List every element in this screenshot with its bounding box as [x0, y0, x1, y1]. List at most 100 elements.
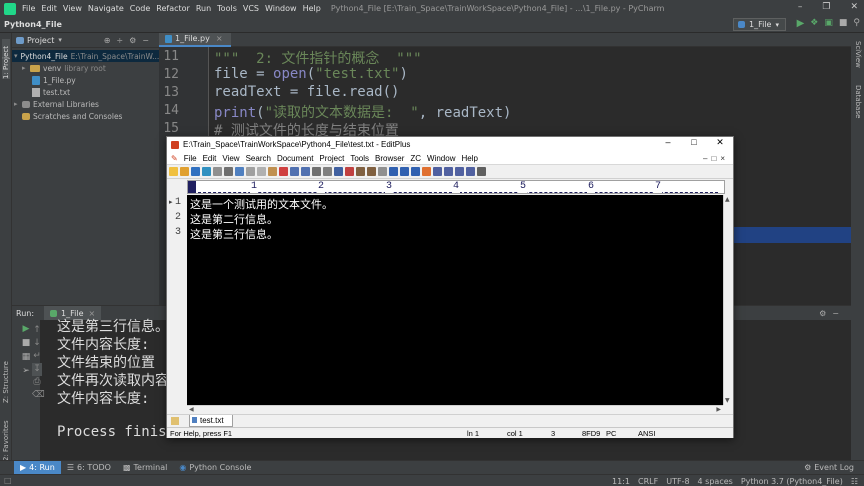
arrow-down-icon[interactable]: ↓: [32, 337, 42, 350]
tree-item-project-root[interactable]: ▾ Python4_File E:\Train_Space\TrainW...: [12, 50, 159, 62]
menu-file[interactable]: File: [22, 4, 35, 13]
ep-menu-document[interactable]: Document: [277, 154, 313, 163]
minimize-icon[interactable]: –: [655, 137, 681, 148]
coverage-icon[interactable]: ▣: [824, 18, 833, 29]
tree-item-1-file-py[interactable]: 1_File.py: [12, 74, 159, 86]
gear-icon[interactable]: ⚙: [819, 309, 832, 318]
tree-item-test-txt[interactable]: test.txt: [12, 86, 159, 98]
cliptext-icon[interactable]: [433, 167, 442, 176]
maximize-icon[interactable]: □: [681, 137, 707, 148]
menu-edit[interactable]: Edit: [41, 4, 57, 13]
gear-icon[interactable]: ⚙: [129, 36, 142, 45]
ruler-toggle-icon[interactable]: [400, 167, 409, 176]
sciview-tool-button[interactable]: SciView: [854, 41, 862, 81]
ep-menu-window[interactable]: Window: [427, 154, 455, 163]
print-icon[interactable]: ⎙: [32, 376, 42, 389]
collapse-icon[interactable]: ÷: [116, 36, 129, 45]
status-position[interactable]: 11:1: [612, 477, 630, 486]
minimize-icon[interactable]: –: [798, 2, 803, 12]
project-tool-button[interactable]: 1: Project: [2, 39, 10, 79]
hide-icon[interactable]: −: [832, 309, 845, 318]
status-encoding[interactable]: UTF-8: [666, 477, 689, 486]
database-tool-button[interactable]: Database: [854, 85, 862, 130]
pin-icon[interactable]: ➢: [21, 367, 31, 376]
spell-check-icon[interactable]: [235, 167, 244, 176]
status-indent[interactable]: 4 spaces: [698, 477, 733, 486]
horizontal-scrollbar[interactable]: ◀ ▶: [187, 405, 723, 414]
debug-icon[interactable]: ❖: [810, 18, 818, 29]
find-icon[interactable]: [312, 167, 321, 176]
save-icon[interactable]: [191, 167, 200, 176]
goto-icon[interactable]: [345, 167, 354, 176]
print-preview-icon[interactable]: [224, 167, 233, 176]
replace-icon[interactable]: [323, 167, 332, 176]
menu-help[interactable]: Help: [303, 4, 321, 13]
layout-icon[interactable]: ▦: [21, 353, 31, 362]
line-number-toggle-icon[interactable]: [389, 167, 398, 176]
redo-icon[interactable]: [301, 167, 310, 176]
trash-icon[interactable]: ⌫: [32, 389, 45, 402]
tab-1-file-py[interactable]: 1_File.py ×: [159, 32, 231, 47]
status-toggle-icon[interactable]: □: [4, 476, 12, 485]
scroll-up-icon[interactable]: ▲: [725, 196, 730, 203]
menu-vcs[interactable]: VCS: [243, 4, 259, 13]
status-line-separator[interactable]: CRLF: [638, 477, 658, 486]
word-wrap-icon[interactable]: [378, 167, 387, 176]
restore-icon[interactable]: □: [711, 154, 720, 163]
menu-refactor[interactable]: Refactor: [156, 4, 190, 13]
menu-view[interactable]: View: [63, 4, 82, 13]
preferences-icon[interactable]: [422, 167, 431, 176]
python-console-tool-button[interactable]: ◉ Python Console: [173, 461, 257, 475]
close-icon[interactable]: ✕: [707, 137, 733, 148]
scroll-left-icon[interactable]: ◀: [189, 406, 194, 413]
add-icon[interactable]: ⊕: [104, 36, 117, 45]
lock-icon[interactable]: ☷: [851, 477, 858, 486]
hide-icon[interactable]: −: [142, 36, 155, 45]
chevron-right-icon[interactable]: ▸: [14, 100, 22, 108]
terminal-tool-button[interactable]: ▩ Terminal: [117, 461, 173, 475]
chevron-down-icon[interactable]: ▾: [14, 52, 18, 60]
restore-icon[interactable]: ❐: [822, 2, 830, 12]
scroll-end-icon[interactable]: ↧: [32, 363, 42, 376]
undo-icon[interactable]: [290, 167, 299, 176]
ep-menu-tools[interactable]: Tools: [350, 154, 369, 163]
stop-icon[interactable]: ■: [21, 339, 31, 348]
chevron-down-icon[interactable]: ▾: [58, 36, 62, 44]
folder-icon[interactable]: [171, 417, 179, 425]
arrow-up-icon[interactable]: ↑: [32, 324, 42, 337]
breadcrumb-project[interactable]: Python4_File: [4, 20, 62, 29]
ep-menu-browser[interactable]: Browser: [375, 154, 404, 163]
save-all-icon[interactable]: [202, 167, 211, 176]
vertical-scrollbar[interactable]: ▲ ▼: [723, 195, 732, 405]
soft-wrap-icon[interactable]: ↵: [32, 350, 42, 363]
status-interpreter[interactable]: Python 3.7 (Python4_File): [741, 477, 843, 486]
help-icon[interactable]: [477, 167, 486, 176]
rerun-icon[interactable]: ▶: [21, 325, 31, 334]
font-size-icon[interactable]: [367, 167, 376, 176]
ep-menu-help[interactable]: Help: [461, 154, 477, 163]
close-icon[interactable]: ×: [216, 34, 223, 43]
todo-tool-button[interactable]: ☰ 6: TODO: [61, 461, 117, 475]
directory-icon[interactable]: [444, 167, 453, 176]
print-icon[interactable]: [213, 167, 222, 176]
ep-menu-edit[interactable]: Edit: [203, 154, 217, 163]
copy-icon[interactable]: [257, 167, 266, 176]
tree-item-external-libraries[interactable]: ▸ External Libraries: [12, 98, 159, 110]
close-icon[interactable]: ✕: [850, 2, 858, 12]
output-window-icon[interactable]: [455, 167, 464, 176]
menu-run[interactable]: Run: [196, 4, 211, 13]
run-icon[interactable]: ▶: [797, 18, 805, 29]
ep-menu-search[interactable]: Search: [246, 154, 271, 163]
run-configuration-select[interactable]: 1_File ▾: [733, 18, 786, 31]
menu-code[interactable]: Code: [130, 4, 150, 13]
project-panel-title[interactable]: Project: [27, 36, 54, 45]
favorites-tool-button[interactable]: 2: Favorites: [2, 411, 10, 461]
tree-item-venv[interactable]: ▸ venv library root: [12, 62, 159, 74]
delete-icon[interactable]: [279, 167, 288, 176]
ep-menu-file[interactable]: File: [184, 154, 197, 163]
column-select-icon[interactable]: [411, 167, 420, 176]
open-icon[interactable]: [180, 167, 189, 176]
scroll-down-icon[interactable]: ▼: [725, 397, 730, 404]
cut-icon[interactable]: [246, 167, 255, 176]
tree-item-scratches[interactable]: Scratches and Consoles: [12, 110, 159, 122]
